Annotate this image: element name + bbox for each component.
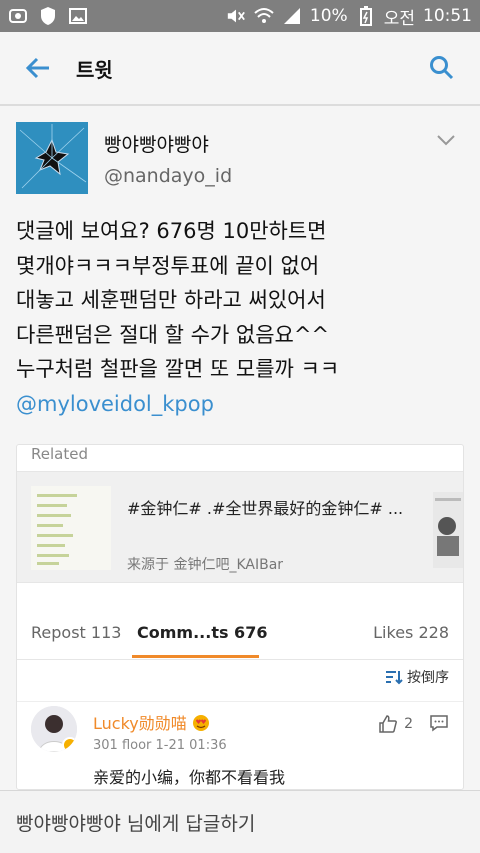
- related-title: #金钟仁# .#全世界最好的金钟仁# ...: [127, 499, 404, 518]
- mute-icon: [226, 6, 246, 26]
- shield-icon: [38, 6, 58, 26]
- tweet-body: 댓글에 보여요? 676명 10만하트면 몇개야ㅋㅋㅋ부정투표에 끝이 없어 대…: [16, 214, 464, 421]
- app-icon: [8, 6, 28, 26]
- chevron-down-icon: [437, 135, 455, 146]
- commenter-name-text: Lucky勋勋喵: [93, 714, 187, 733]
- wifi-icon: [254, 6, 274, 26]
- image-icon: [68, 6, 88, 26]
- search-button[interactable]: [404, 31, 480, 105]
- tweet-header: 빵야빵야빵야 @nandayo_id: [16, 122, 464, 194]
- sort-icon: [386, 671, 403, 685]
- comment-like-button[interactable]: 2: [378, 714, 413, 734]
- active-tab-indicator: [132, 655, 259, 658]
- status-bar: 10% 오전 10:51: [0, 0, 480, 32]
- related-source: 来源于 金钟仁吧_KAIBar: [127, 557, 284, 573]
- comment-like-count: 2: [404, 716, 413, 732]
- battery-icon: [356, 6, 376, 26]
- ampm: 오전: [383, 8, 415, 29]
- comment-item: Lucky勋勋喵 301 floor 1-21 01:36 亲爱的小编，你都不看…: [17, 701, 463, 791]
- tweet-line: 대놓고 세훈팬덤만 하라고 써있어서: [16, 288, 326, 312]
- comment-meta: 301 floor 1-21 01:36: [93, 738, 227, 753]
- verified-badge: [62, 737, 77, 752]
- sort-button[interactable]: 按倒序: [385, 667, 449, 687]
- tab-likes[interactable]: Likes 228: [373, 623, 449, 642]
- tabs: Repost 113 Comm...ts 676 Likes 228: [17, 611, 463, 659]
- reply-input[interactable]: 빵야빵야빵야 님에게 답글하기: [0, 790, 480, 853]
- mention-link[interactable]: @myloveidol_kpop: [16, 387, 464, 422]
- commenter-avatar[interactable]: [31, 706, 77, 752]
- tab-repost[interactable]: Repost 113: [31, 623, 121, 642]
- tab-comments[interactable]: Comm...ts 676: [137, 623, 267, 642]
- comment-reply-button[interactable]: [429, 714, 449, 736]
- clock: 10:51: [423, 6, 472, 26]
- related-item[interactable]: #金钟仁# .#全世界最好的金钟仁# ... 来源于 金钟仁吧_KAIBar: [17, 471, 463, 583]
- page-title: 트윗: [76, 57, 113, 82]
- author-name[interactable]: 빵야빵야빵야: [104, 130, 232, 157]
- reply-placeholder: 빵야빵야빵야 님에게 답글하기: [16, 812, 256, 835]
- tweet-line: 누구처럼 철판을 깔면 또 모를까 ㅋㅋ: [16, 357, 340, 381]
- comment-text: 亲爱的小编，你都不看看我: [93, 768, 286, 787]
- search-icon: [430, 56, 454, 80]
- divider: [17, 659, 463, 660]
- battery-percent: 10%: [309, 6, 348, 26]
- back-button[interactable]: [0, 31, 76, 105]
- related-label: Related: [31, 445, 88, 463]
- related-thumbnail: [31, 486, 111, 570]
- commenter-name[interactable]: Lucky勋勋喵: [93, 710, 210, 734]
- tweet-line: 몇개야ㅋㅋㅋ부정투표에 끝이 없어: [16, 253, 320, 278]
- back-arrow-icon: [25, 57, 49, 79]
- emoji-heart-eyes-icon: [192, 715, 209, 731]
- app-bar: 트윗: [0, 32, 480, 106]
- signal-icon: [282, 6, 302, 26]
- comment-icon: [430, 715, 448, 732]
- related-thumbnail-2: [433, 492, 463, 568]
- avatar[interactable]: [16, 122, 88, 194]
- tweet-line: 다른팬덤은 절대 할 수가 없음요^^: [16, 322, 330, 347]
- embedded-weibo-card: Related #金钟仁# .#全世界最好的金钟仁# ... 来源于 金钟仁吧_…: [16, 444, 464, 790]
- sort-label: 按倒序: [407, 670, 449, 686]
- tweet-line: 댓글에 보여요? 676명 10만하트면: [16, 219, 327, 243]
- more-options-button[interactable]: [436, 132, 456, 151]
- thumbs-up-icon: [379, 715, 398, 733]
- author-handle[interactable]: @nandayo_id: [104, 165, 232, 187]
